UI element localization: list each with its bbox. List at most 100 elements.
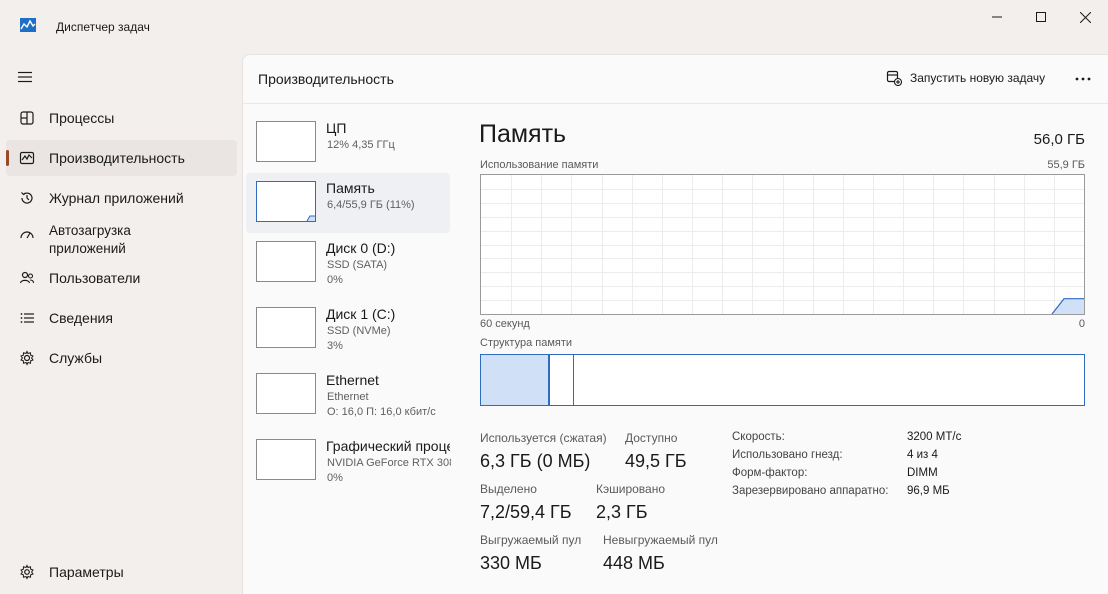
device-detail: 12% 4,35 ГГц (327, 139, 395, 151)
services-icon (17, 348, 37, 368)
graph-time-left: 60 секунд (480, 318, 530, 330)
maximize-button[interactable] (1018, 6, 1064, 28)
close-button[interactable] (1062, 6, 1108, 28)
device-name: Память (326, 180, 375, 196)
nav-label: Журнал приложений (49, 190, 184, 206)
device-item-disk-1[interactable]: Диск 1 (C:) SSD (NVMe) 3% (246, 299, 450, 359)
committed-value: 7,2/59,4 ГБ (480, 502, 572, 522)
new-task-icon (886, 70, 903, 87)
device-usage: 3% (327, 340, 343, 352)
spec-label: Зарезервировано аппаратно: (732, 485, 889, 497)
structure-cached-divider (573, 355, 574, 405)
nav-item-processes[interactable]: Процессы (6, 100, 237, 136)
nav-item-app-history[interactable]: Журнал приложений (6, 180, 237, 216)
nav-label: Производительность (49, 150, 185, 166)
nav-item-performance[interactable]: Производительность (6, 140, 237, 176)
device-thumbnail (256, 439, 316, 480)
device-item-gpu[interactable]: Графический процессор NVIDIA GeForce RTX… (246, 431, 451, 491)
hamburger-menu-button[interactable] (15, 68, 35, 86)
maximize-icon (1036, 12, 1046, 22)
nav-label: Параметры (49, 564, 124, 580)
device-detail: SSD (SATA) (327, 259, 388, 271)
device-detail: 6,4/55,9 ГБ (11%) (327, 199, 415, 211)
nav-label: Процессы (49, 110, 115, 126)
structure-in-use (481, 355, 550, 405)
device-thumbnail (256, 307, 316, 348)
processes-icon (17, 108, 37, 128)
task-manager-app-icon (20, 18, 36, 32)
committed-label: Выделено (480, 482, 537, 496)
nav-item-details[interactable]: Сведения (6, 300, 237, 336)
nav-item-startup-apps[interactable]: Автозагрузка приложений (6, 220, 237, 260)
more-options-button[interactable] (1072, 68, 1094, 90)
spec-value: 96,9 МБ (907, 485, 950, 497)
device-name: ЦП (326, 120, 347, 136)
memory-total: 56,0 ГБ (1033, 131, 1085, 148)
minimize-button[interactable] (974, 6, 1020, 28)
device-name: Диск 1 (C:) (326, 306, 396, 322)
available-value: 49,5 ГБ (625, 451, 687, 471)
usage-area (1052, 298, 1084, 314)
device-item-disk-0[interactable]: Диск 0 (D:) SSD (SATA) 0% (246, 233, 450, 293)
active-indicator (6, 150, 9, 166)
usage-graph-max: 55,9 ГБ (1047, 159, 1085, 171)
device-thumbnail (256, 241, 316, 282)
device-throughput: О: 16,0 П: 16,0 кбит/с (327, 406, 436, 418)
nav-label: Автозагрузка приложений (49, 222, 131, 258)
spec-value: 4 из 4 (907, 449, 938, 461)
performance-icon (17, 148, 37, 168)
available-label: Доступно (625, 431, 678, 445)
history-icon (17, 188, 37, 208)
cached-label: Кэшировано (596, 482, 666, 496)
memory-title: Память (479, 120, 567, 148)
nav-label: Сведения (49, 310, 113, 326)
page-title: Производительность (258, 71, 394, 87)
device-name: Ethernet (326, 372, 379, 388)
memory-usage-graph (480, 174, 1085, 315)
spec-label: Форм-фактор: (732, 467, 808, 479)
nav-label: Службы (49, 350, 103, 366)
device-detail: SSD (NVMe) (327, 325, 391, 337)
device-name: Диск 0 (D:) (326, 240, 396, 256)
spec-value: DIMM (907, 467, 938, 479)
device-detail: NVIDIA GeForce RTX 3080 (327, 457, 451, 469)
nonpaged-pool-label: Невыгружаемый пул (603, 533, 718, 547)
paged-pool-label: Выгружаемый пул (480, 533, 582, 547)
memory-structure-bar (480, 354, 1085, 406)
nav-item-settings[interactable]: Параметры (6, 554, 237, 590)
device-item-ethernet[interactable]: Ethernet Ethernet О: 16,0 П: 16,0 кбит/с (246, 365, 450, 425)
memory-usage-chart (481, 175, 1084, 315)
details-icon (17, 308, 37, 328)
settings-gear-icon (17, 562, 37, 582)
spec-value: 3200 МТ/с (907, 431, 962, 443)
new-task-label: Запустить новую задачу (910, 71, 1046, 85)
device-usage: 0% (327, 274, 343, 286)
device-name: Графический процессор (326, 438, 450, 454)
more-dots-icon (1075, 77, 1091, 81)
minimize-icon (992, 16, 1002, 18)
device-thumbnail (256, 181, 316, 222)
spec-label: Скорость: (732, 431, 785, 443)
in-use-value: 6,3 ГБ (0 МБ) (480, 451, 591, 471)
nav-item-services[interactable]: Службы (6, 340, 237, 376)
in-use-label: Используется (сжатая) (480, 431, 607, 445)
device-item-cpu[interactable]: ЦП 12% 4,35 ГГц (246, 113, 450, 173)
nonpaged-pool-value: 448 МБ (603, 553, 665, 573)
window-title: Диспетчер задач (56, 20, 150, 34)
close-icon (1079, 11, 1091, 23)
usage-graph-label: Использование памяти (480, 159, 599, 171)
device-item-memory[interactable]: Память 6,4/55,9 ГБ (11%) (246, 173, 450, 233)
device-usage: 0% (327, 472, 343, 484)
nav-label: Пользователи (49, 270, 141, 286)
graph-time-right: 0 (1078, 318, 1085, 330)
startup-icon (17, 224, 37, 244)
spec-label: Использовано гнезд: (732, 449, 843, 461)
cached-value: 2,3 ГБ (596, 502, 648, 522)
structure-label: Структура памяти (480, 337, 573, 349)
nav-label-line1: Автозагрузка (49, 223, 131, 238)
device-thumbnail (256, 373, 316, 414)
run-new-task-button[interactable]: Запустить новую задачу (886, 70, 1046, 87)
paged-pool-value: 330 МБ (480, 553, 542, 573)
nav-item-users[interactable]: Пользователи (6, 260, 237, 296)
device-detail: Ethernet (327, 391, 369, 403)
